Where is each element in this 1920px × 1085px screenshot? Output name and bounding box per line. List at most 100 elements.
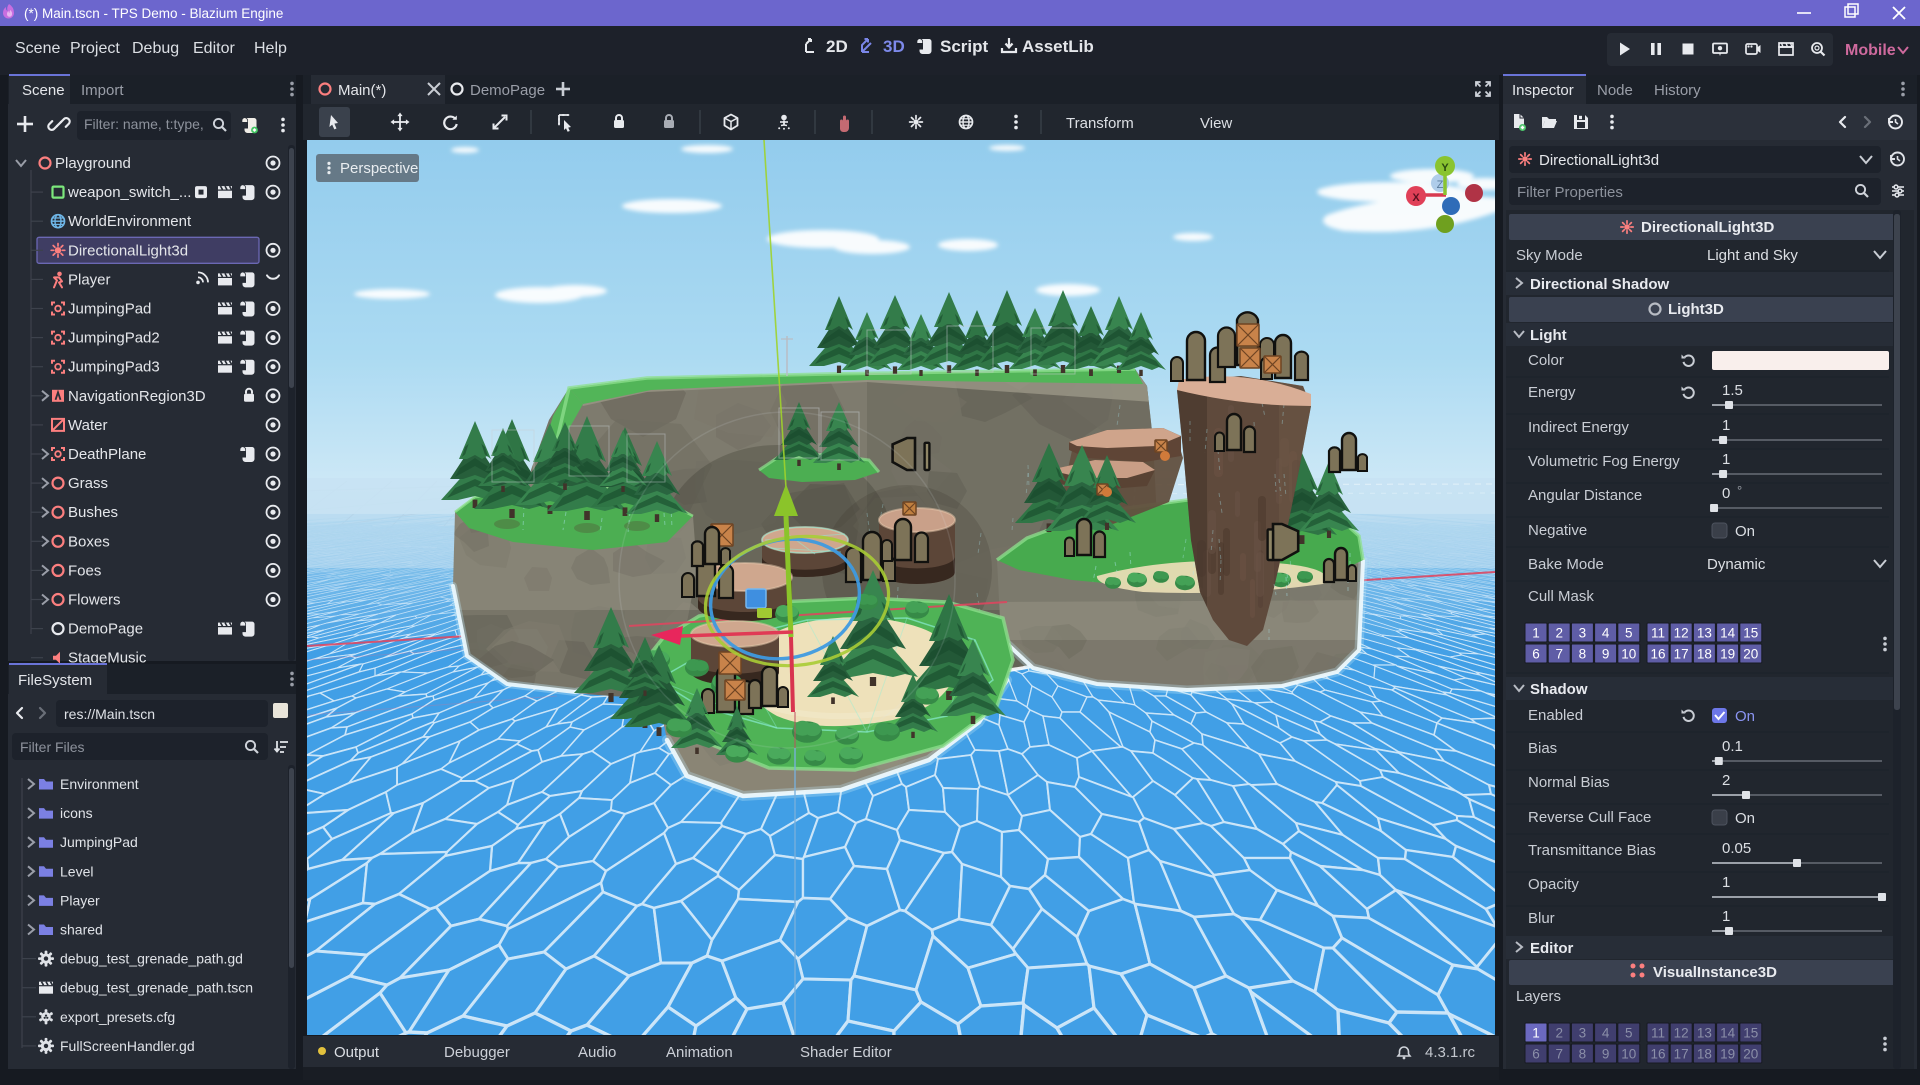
- svg-text:1: 1: [1722, 908, 1730, 925]
- svg-text:Inspector: Inspector: [1512, 82, 1574, 99]
- svg-text:On: On: [1735, 810, 1755, 827]
- svg-text:2: 2: [1722, 772, 1730, 789]
- svg-text:Angular Distance: Angular Distance: [1528, 487, 1642, 504]
- svg-text:5: 5: [1625, 626, 1633, 641]
- svg-text:Directional Shadow: Directional Shadow: [1530, 276, 1670, 293]
- svg-text:Main(*): Main(*): [338, 82, 386, 99]
- svg-text:Node: Node: [1597, 82, 1633, 99]
- svg-text:WorldEnvironment: WorldEnvironment: [68, 213, 192, 230]
- svg-text:17: 17: [1674, 647, 1689, 662]
- svg-text:On: On: [1735, 523, 1755, 540]
- svg-text:14: 14: [1720, 1026, 1736, 1041]
- svg-text:Foes: Foes: [68, 562, 101, 579]
- svg-text:18: 18: [1697, 647, 1712, 662]
- svg-text:0: 0: [1722, 485, 1730, 502]
- svg-text:shared: shared: [60, 922, 103, 938]
- svg-text:Light and Sky: Light and Sky: [1707, 247, 1798, 264]
- svg-text:JumpingPad: JumpingPad: [68, 301, 151, 318]
- svg-text:17: 17: [1674, 1047, 1689, 1062]
- svg-text:5: 5: [1625, 1026, 1633, 1041]
- svg-text:Energy: Energy: [1528, 384, 1576, 401]
- svg-text:debug_test_grenade_path.gd: debug_test_grenade_path.gd: [60, 951, 243, 967]
- svg-text:Import: Import: [81, 82, 124, 99]
- svg-text:14: 14: [1720, 626, 1736, 641]
- svg-text:Layers: Layers: [1516, 988, 1561, 1005]
- svg-text:Environment: Environment: [60, 776, 139, 792]
- svg-text:1: 1: [1722, 874, 1730, 891]
- svg-text:Scene: Scene: [22, 82, 65, 99]
- svg-text:Transform: Transform: [1066, 115, 1134, 132]
- svg-text:Volumetric Fog Energy: Volumetric Fog Energy: [1528, 453, 1680, 470]
- svg-text:19: 19: [1720, 647, 1735, 662]
- svg-text:4: 4: [1602, 1026, 1610, 1041]
- svg-text:JumpingPad3: JumpingPad3: [68, 359, 160, 376]
- svg-text:9: 9: [1602, 1047, 1610, 1062]
- svg-text:Level: Level: [60, 863, 93, 879]
- svg-text:3: 3: [1579, 626, 1587, 641]
- svg-text:VisualInstance3D: VisualInstance3D: [1653, 964, 1777, 981]
- svg-text:export_presets.cfg: export_presets.cfg: [60, 1009, 175, 1025]
- svg-text:History: History: [1654, 82, 1701, 99]
- svg-text:DirectionalLight3D: DirectionalLight3D: [1641, 219, 1775, 236]
- svg-text:JumpingPad2: JumpingPad2: [68, 330, 160, 347]
- svg-text:Sky Mode: Sky Mode: [1516, 247, 1583, 264]
- svg-text:11: 11: [1651, 626, 1665, 641]
- svg-text:FullScreenHandler.gd: FullScreenHandler.gd: [60, 1038, 195, 1054]
- svg-text:Grass: Grass: [68, 475, 108, 492]
- svg-text:Blur: Blur: [1528, 910, 1555, 927]
- svg-text:1.5: 1.5: [1722, 382, 1743, 399]
- svg-text:Boxes: Boxes: [68, 533, 110, 550]
- svg-text:JumpingPad: JumpingPad: [60, 834, 138, 850]
- svg-text:6: 6: [1532, 647, 1540, 662]
- svg-text:3D: 3D: [883, 37, 905, 56]
- svg-text:12: 12: [1674, 626, 1689, 641]
- svg-text:Filter Properties: Filter Properties: [1517, 184, 1623, 201]
- svg-text:DemoPage: DemoPage: [470, 82, 545, 99]
- svg-text:Color: Color: [1528, 352, 1564, 369]
- svg-text:Perspective: Perspective: [340, 160, 418, 177]
- svg-text:20: 20: [1743, 647, 1758, 662]
- svg-text:Debug: Debug: [132, 40, 179, 57]
- svg-text:7: 7: [1555, 1047, 1563, 1062]
- svg-text:DirectionalLight3d: DirectionalLight3d: [1539, 152, 1659, 169]
- svg-text:FileSystem: FileSystem: [18, 672, 92, 689]
- svg-text:Help: Help: [254, 40, 287, 57]
- svg-text:Audio: Audio: [578, 1044, 616, 1061]
- svg-text:°: °: [1737, 483, 1742, 498]
- svg-text:Filter Files: Filter Files: [20, 739, 85, 755]
- svg-text:11: 11: [1651, 1026, 1665, 1041]
- svg-text:NavigationRegion3D: NavigationRegion3D: [68, 388, 206, 405]
- svg-text:Transmittance Bias: Transmittance Bias: [1528, 842, 1656, 859]
- svg-text:(*) Main.tscn - TPS Demo - Bla: (*) Main.tscn - TPS Demo - Blazium Engin…: [24, 6, 283, 21]
- svg-text:18: 18: [1697, 1047, 1712, 1062]
- svg-text:DeathPlane: DeathPlane: [68, 446, 146, 463]
- svg-text:3: 3: [1579, 1026, 1587, 1041]
- svg-text:19: 19: [1720, 1047, 1735, 1062]
- svg-text:2: 2: [1555, 1026, 1563, 1041]
- svg-text:13: 13: [1697, 626, 1712, 641]
- svg-text:weapon_switch_...: weapon_switch_...: [67, 184, 191, 201]
- svg-text:8: 8: [1579, 647, 1587, 662]
- svg-text:0.05: 0.05: [1722, 840, 1751, 857]
- svg-text:16: 16: [1650, 647, 1665, 662]
- svg-text:Scene: Scene: [15, 40, 60, 57]
- svg-text:20: 20: [1743, 1047, 1758, 1062]
- svg-text:Y: Y: [1441, 162, 1449, 174]
- svg-text:res://Main.tscn: res://Main.tscn: [64, 706, 155, 722]
- svg-text:1: 1: [1722, 417, 1730, 434]
- svg-text:6: 6: [1532, 1047, 1540, 1062]
- svg-text:debug_test_grenade_path.tscn: debug_test_grenade_path.tscn: [60, 980, 253, 996]
- svg-text:Bias: Bias: [1528, 740, 1557, 757]
- svg-text:View: View: [1200, 115, 1232, 132]
- svg-text:Light3D: Light3D: [1668, 301, 1724, 318]
- svg-text:Script: Script: [940, 37, 989, 56]
- svg-text:Opacity: Opacity: [1528, 876, 1579, 893]
- svg-text:2: 2: [1555, 626, 1563, 641]
- svg-text:Light: Light: [1530, 327, 1567, 344]
- svg-text:Player: Player: [60, 892, 100, 908]
- svg-text:Mobile: Mobile: [1845, 42, 1896, 59]
- svg-text:1: 1: [1722, 451, 1730, 468]
- svg-text:Flowers: Flowers: [68, 592, 121, 609]
- svg-text:Animation: Animation: [666, 1044, 733, 1061]
- svg-text:icons: icons: [60, 805, 93, 821]
